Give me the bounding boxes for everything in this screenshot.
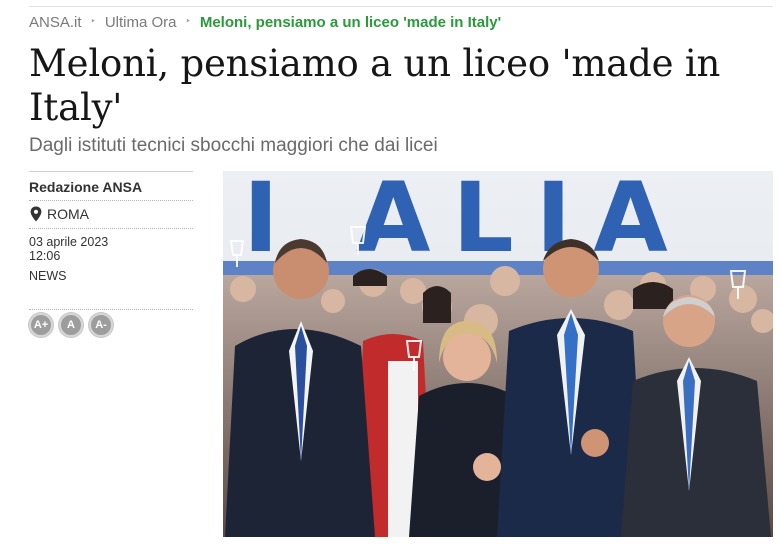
breadcrumb-current-page: Meloni, pensiamo a un liceo 'made in Ita… [199, 13, 502, 31]
font-increase-button[interactable]: A+ [29, 313, 53, 337]
breadcrumb: ANSA.it ‣ Ultima Ora ‣ Meloni, pensiamo … [29, 12, 501, 32]
article-location: ROMA [29, 201, 193, 228]
breadcrumb-section-link[interactable]: Ultima Ora [105, 14, 177, 31]
meta-divider [29, 309, 193, 310]
font-size-controls: A+ A A- [29, 313, 113, 337]
article-time: 12:06 [29, 249, 61, 263]
location-label: ROMA [47, 206, 89, 222]
font-reset-button[interactable]: A [59, 313, 83, 337]
article-author: Redazione ANSA [29, 179, 143, 195]
breadcrumb-separator-icon: ‣ [90, 15, 96, 26]
article-date: 03 aprile 2023 [29, 235, 109, 249]
page-title: Meloni, pensiamo a un liceo 'made in Ita… [29, 42, 721, 129]
location-pin-icon [29, 206, 43, 222]
article-meta: Redazione ANSA ROMA 03 aprile 2023 12:06… [29, 171, 193, 310]
font-decrease-button[interactable]: A- [89, 313, 113, 337]
breadcrumb-separator-icon: ‣ [185, 15, 191, 26]
breadcrumb-home-link[interactable]: ANSA.it [29, 14, 82, 31]
top-divider [29, 6, 773, 7]
article-datetime: 03 aprile 2023 12:06 [29, 229, 193, 269]
article-photo: I ALIA [223, 171, 773, 537]
photo-illustration: I ALIA [223, 171, 773, 537]
article-subtitle: Dagli istituti tecnici sbocchi maggiori … [29, 135, 438, 156]
article-category: NEWS [29, 269, 67, 283]
